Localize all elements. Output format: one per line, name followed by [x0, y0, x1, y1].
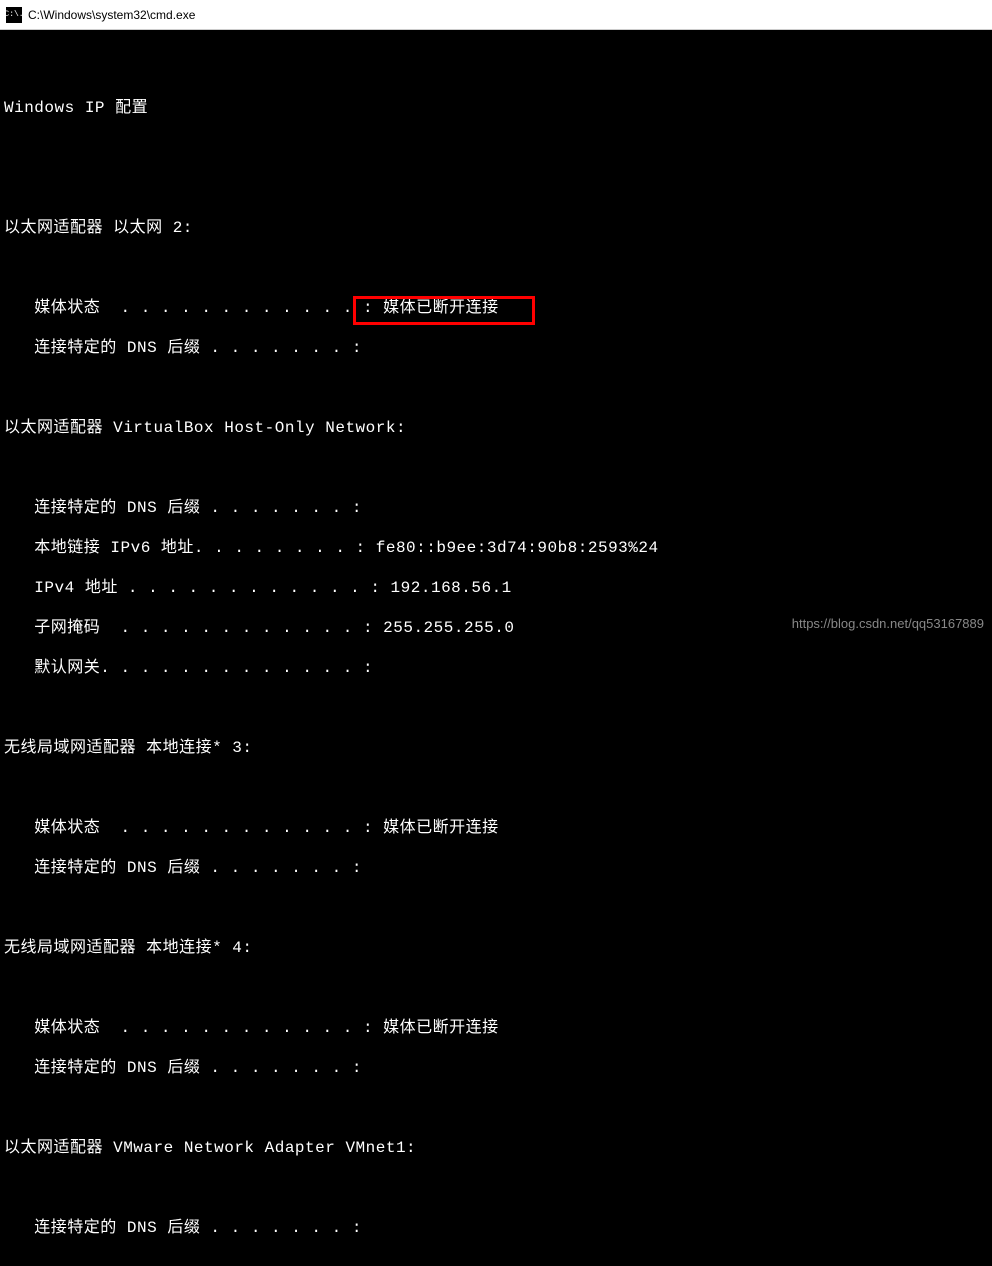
- blank-line: [4, 458, 988, 478]
- blank-line: [4, 1098, 988, 1118]
- blank-line: [4, 138, 988, 158]
- adapter-line: 连接特定的 DNS 后缀 . . . . . . . :: [4, 1058, 988, 1078]
- cmd-icon: C:\.: [6, 7, 22, 23]
- blank-line: [4, 698, 988, 718]
- terminal-output[interactable]: Windows IP 配置 以太网适配器 以太网 2: 媒体状态 . . . .…: [0, 30, 992, 1266]
- adapter-line: 本地链接 IPv6 地址. . . . . . . . : fe80::b9ee…: [4, 538, 988, 558]
- blank-line: [4, 258, 988, 278]
- blank-line: [4, 898, 988, 918]
- window-title: C:\Windows\system32\cmd.exe: [28, 8, 195, 22]
- blank-line: [4, 378, 988, 398]
- adapter-line: 连接特定的 DNS 后缀 . . . . . . . :: [4, 858, 988, 878]
- adapter-name: 以太网适配器 以太网 2:: [4, 218, 988, 238]
- ip-config-header: Windows IP 配置: [4, 98, 988, 118]
- blank-line: [4, 978, 988, 998]
- adapter-line: 媒体状态 . . . . . . . . . . . . : 媒体已断开连接: [4, 298, 988, 318]
- adapter-name: 以太网适配器 VMware Network Adapter VMnet1:: [4, 1138, 988, 1158]
- adapter-line-ipv4: IPv4 地址 . . . . . . . . . . . . : 192.16…: [4, 578, 988, 598]
- adapter-name: 无线局域网适配器 本地连接* 3:: [4, 738, 988, 758]
- adapter-name: 以太网适配器 VirtualBox Host-Only Network:: [4, 418, 988, 438]
- adapter-line: 连接特定的 DNS 后缀 . . . . . . . :: [4, 338, 988, 358]
- window-title-bar[interactable]: C:\. C:\Windows\system32\cmd.exe: [0, 0, 992, 30]
- adapter-name: 无线局域网适配器 本地连接* 4:: [4, 938, 988, 958]
- blank-line: [4, 178, 988, 198]
- adapter-line: 默认网关. . . . . . . . . . . . . :: [4, 658, 988, 678]
- watermark: https://blog.csdn.net/qq53167889: [792, 616, 984, 631]
- adapter-line: 媒体状态 . . . . . . . . . . . . : 媒体已断开连接: [4, 818, 988, 838]
- blank-line: [4, 778, 988, 798]
- blank-line: [4, 58, 988, 78]
- adapter-line: 连接特定的 DNS 后缀 . . . . . . . :: [4, 1218, 988, 1238]
- adapter-line: 连接特定的 DNS 后缀 . . . . . . . :: [4, 498, 988, 518]
- blank-line: [4, 1178, 988, 1198]
- adapter-line: 媒体状态 . . . . . . . . . . . . : 媒体已断开连接: [4, 1018, 988, 1038]
